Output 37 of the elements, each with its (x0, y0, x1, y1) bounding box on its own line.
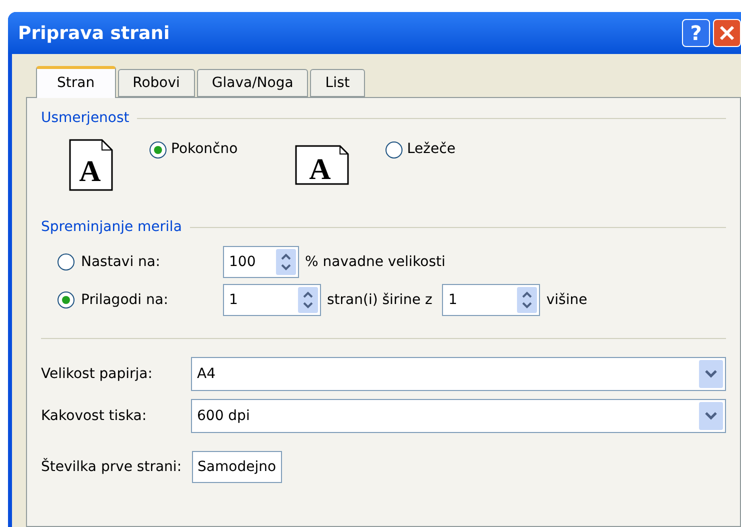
spin-button[interactable] (517, 287, 538, 313)
landscape-page-icon: A (295, 145, 349, 185)
close-button[interactable] (713, 19, 741, 47)
field-label: Številka prve strani: (41, 457, 182, 476)
close-icon (719, 25, 735, 41)
field-suffix: % navadne velikosti (305, 252, 446, 272)
field-suffix: stran(i) širine z (327, 290, 432, 310)
radio-label: Pokončno (171, 140, 238, 159)
tab[interactable]: Glava/Noga (196, 69, 308, 97)
tab[interactable]: Stran (36, 66, 116, 98)
spin-button[interactable] (298, 287, 318, 313)
dropdown[interactable]: 600 dpi (191, 399, 726, 433)
section-heading: Spreminjanje merila (41, 218, 182, 237)
field-label: Velikost papirja: (41, 364, 154, 384)
radio-button[interactable] (385, 140, 403, 158)
tab[interactable]: List (310, 69, 365, 97)
dropdown-button[interactable] (699, 360, 723, 388)
field-label: Kakovost tiska: (41, 406, 148, 426)
spin-field[interactable]: 1 (442, 284, 540, 316)
spin-field[interactable]: 1 (223, 284, 321, 316)
radio-label: Nastavi na: (81, 252, 160, 272)
field-suffix: višine (546, 290, 588, 310)
radio-button[interactable] (149, 140, 167, 158)
help-button[interactable]: ? (682, 19, 710, 47)
input-field[interactable]: Samodejno (192, 451, 282, 483)
radio-label: Prilagodi na: (81, 290, 168, 310)
portrait-page-icon: A (69, 139, 113, 191)
radio-button[interactable] (57, 291, 75, 309)
radio-button[interactable] (57, 253, 75, 271)
window-title: Priprava strani (18, 22, 171, 46)
dropdown-button[interactable] (699, 402, 723, 430)
spin-button[interactable] (276, 249, 296, 275)
spin-field[interactable]: 100 (223, 246, 299, 278)
section-heading: Usmerjenost (41, 109, 130, 128)
radio-label: Ležeče (407, 140, 456, 159)
dropdown[interactable]: A4 (191, 357, 726, 391)
tab[interactable]: Robovi (118, 69, 195, 97)
